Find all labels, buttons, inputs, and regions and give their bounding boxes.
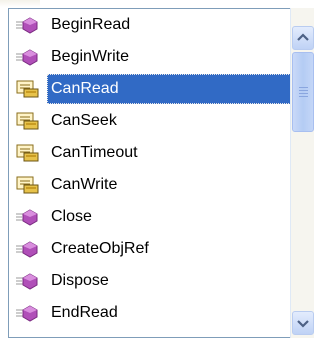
list-item[interactable]: CreateObjRef [9, 233, 291, 265]
intellisense-popup: BeginRead BeginWrite CanRead CanSeek Can… [0, 0, 316, 338]
list-item-label: CreateObjRef [51, 240, 149, 257]
list-item-label: Close [51, 208, 92, 225]
editor-sliver [0, 0, 40, 7]
list-item-label: BeginWrite [51, 48, 129, 65]
grip-line [299, 87, 308, 88]
list-item[interactable]: Dispose [9, 265, 291, 297]
list-item-label: CanSeek [51, 112, 117, 129]
list-item[interactable]: EndRead [9, 297, 291, 329]
scroll-up-button[interactable] [292, 26, 314, 50]
list-item-label: CanTimeout [51, 144, 138, 161]
list-item[interactable]: CanTimeout [9, 137, 291, 169]
list-item[interactable]: BeginWrite [9, 41, 291, 73]
property-icon [15, 142, 39, 164]
property-icon [15, 110, 39, 132]
grip-line [299, 90, 308, 91]
chevron-down-icon [297, 320, 309, 328]
property-icon [15, 174, 39, 196]
scroll-thumb[interactable] [292, 52, 314, 132]
member-list[interactable]: BeginRead BeginWrite CanRead CanSeek Can… [8, 8, 297, 338]
property-icon [15, 78, 39, 100]
grip-line [299, 96, 308, 97]
list-item-label: CanRead [51, 80, 119, 97]
method-icon [15, 46, 39, 68]
list-item-label: EndRead [51, 304, 118, 321]
method-icon [15, 302, 39, 324]
method-icon [15, 206, 39, 228]
list-item-label: BeginRead [51, 16, 131, 33]
list-item[interactable]: BeginRead [9, 9, 291, 41]
method-icon [15, 238, 39, 260]
list-item-label: Dispose [51, 272, 109, 289]
list-item[interactable]: CanSeek [9, 105, 291, 137]
scroll-down-button[interactable] [292, 311, 314, 335]
grip-line [299, 93, 308, 94]
chevron-up-icon [297, 33, 309, 41]
vertical-scrollbar[interactable] [290, 8, 314, 338]
method-icon [15, 270, 39, 292]
list-item[interactable]: CanWrite [9, 169, 291, 201]
method-icon [15, 14, 39, 36]
list-item-label: CanWrite [51, 176, 118, 193]
list-item[interactable]: Close [9, 201, 291, 233]
list-item-selected[interactable]: CanRead [9, 73, 297, 105]
